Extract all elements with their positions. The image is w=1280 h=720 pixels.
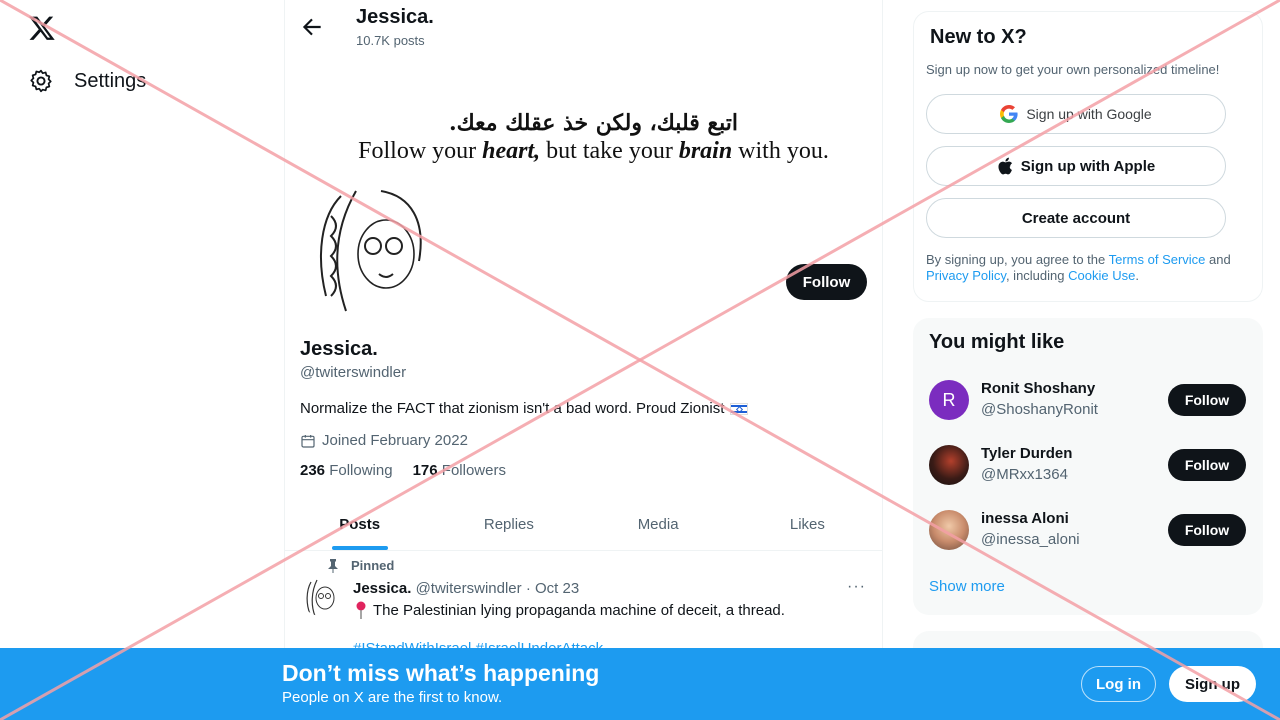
apple-label: Sign up with Apple — [1020, 157, 1156, 175]
suggestion-item[interactable]: inessa Aloni @inessa_aloni Follow — [929, 510, 1247, 552]
bio-text: Normalize the FACT that zionism isn't a … — [300, 400, 725, 417]
prompt-subline: People on X are the first to know. — [282, 689, 503, 706]
following-count: 236 — [300, 462, 326, 479]
pinned-indicator: Pinned — [327, 558, 394, 573]
terms-text: and — [1205, 252, 1231, 267]
avatar: R — [929, 380, 969, 420]
signup-card: New to X? Sign up now to get your own pe… — [913, 11, 1263, 302]
gear-icon — [30, 69, 52, 93]
follow-button[interactable]: Follow — [786, 264, 867, 300]
pushpin-icon — [356, 601, 366, 619]
create-account-button[interactable]: Create account — [926, 198, 1226, 238]
prompt-headline: Don’t miss what’s happening — [282, 660, 600, 686]
banner-text-part: but take your — [540, 138, 679, 164]
tab-replies[interactable]: Replies — [434, 498, 583, 550]
suggestion-handle: @ShoshanyRonit — [981, 401, 1098, 418]
banner-text-part: Follow your — [358, 138, 483, 164]
post-text: The Palestinian lying propaganda machine… — [353, 601, 785, 619]
cookie-use-link[interactable]: Cookie Use — [1068, 268, 1135, 283]
header-post-count: 10.7K posts — [356, 33, 425, 48]
profile-stats: 236 Following 176 Followers — [300, 462, 506, 479]
followers-link[interactable]: 176 Followers — [413, 462, 506, 479]
privacy-policy-link[interactable]: Privacy Policy — [926, 268, 1006, 283]
suggestion-item[interactable]: R Ronit Shoshany @ShoshanyRonit Follow — [929, 380, 1247, 422]
header-name: Jessica. — [356, 6, 434, 28]
profile-bio: Normalize the FACT that zionism isn't a … — [300, 400, 749, 417]
profile-tabs: Posts Replies Media Likes — [285, 498, 882, 551]
show-more-link[interactable]: Show more — [929, 578, 1005, 595]
following-link[interactable]: 236 Following — [300, 462, 393, 479]
signup-google-button[interactable]: Sign up with Google — [926, 94, 1226, 134]
avatar — [929, 510, 969, 550]
following-label: Following — [329, 462, 393, 479]
joined-text: Joined February 2022 — [322, 432, 468, 449]
avatar-sketch-image — [320, 190, 422, 312]
profile-column: Jessica. 10.7K posts اتبع قلبك، ولكن خذ … — [284, 0, 883, 720]
apple-icon — [998, 157, 1012, 175]
profile-avatar[interactable] — [301, 176, 443, 318]
avatar-sketch-image — [306, 579, 335, 616]
tab-media[interactable]: Media — [584, 498, 733, 550]
x-logo-icon[interactable] — [28, 14, 56, 42]
terms-text: , including — [1005, 268, 1069, 283]
israel-flag-icon — [730, 402, 749, 415]
signup-card-title: New to X? — [930, 26, 1027, 48]
left-navigation: Settings — [0, 0, 284, 720]
suggestion-name: Ronit Shoshany — [981, 380, 1096, 397]
calendar-icon — [301, 434, 315, 448]
suggestion-follow-button[interactable]: Follow — [1168, 384, 1246, 416]
avatar — [929, 445, 969, 485]
signup-prompt-bar: Don’t miss what’s happening People on X … — [0, 648, 1280, 720]
banner-text-heart: heart, — [482, 138, 541, 164]
suggestion-item[interactable]: Tyler Durden @MRxx1364 Follow — [929, 445, 1247, 487]
followers-count: 176 — [412, 462, 438, 479]
banner-arabic-text: اتبع قلبك، ولكن خذ عقلك معك. — [448, 110, 738, 136]
terms-text: . — [1135, 268, 1139, 283]
suggestion-name: Tyler Durden — [981, 445, 1073, 462]
pin-icon — [328, 558, 338, 573]
post-meta[interactable]: @twiterswindler · Oct 23 — [416, 580, 580, 597]
followers-label: Followers — [441, 462, 506, 479]
profile-joined: Joined February 2022 — [300, 432, 468, 449]
signup-card-subtitle: Sign up now to get your own personalized… — [926, 62, 1220, 77]
nav-settings[interactable]: Settings — [28, 68, 146, 94]
pinned-label: Pinned — [351, 558, 395, 573]
google-label: Sign up with Google — [1026, 106, 1152, 122]
who-to-follow-title: You might like — [929, 331, 1065, 353]
terms-text: By signing up, you agree to the — [926, 252, 1109, 267]
login-button[interactable]: Log in — [1081, 666, 1156, 702]
terms-of-service-link[interactable]: Terms of Service — [1109, 252, 1206, 267]
profile-name: Jessica. — [300, 338, 378, 360]
settings-label: Settings — [74, 69, 147, 92]
signup-button[interactable]: Sign up — [1169, 666, 1256, 702]
google-icon — [1000, 105, 1018, 123]
suggestion-follow-button[interactable]: Follow — [1168, 449, 1246, 481]
banner-text-part: with you. — [732, 138, 829, 164]
tab-likes[interactable]: Likes — [733, 498, 882, 550]
suggestion-handle: @inessa_aloni — [981, 531, 1080, 548]
profile-handle: @twiterswindler — [300, 364, 407, 381]
tab-posts[interactable]: Posts — [285, 498, 434, 550]
suggestion-handle: @MRxx1364 — [981, 466, 1068, 483]
who-to-follow-card: You might like R Ronit Shoshany @Shoshan… — [913, 318, 1263, 615]
suggestion-follow-button[interactable]: Follow — [1168, 514, 1246, 546]
post-more-button[interactable]: ··· — [847, 578, 866, 596]
post-avatar[interactable] — [301, 576, 341, 616]
post-body: The Palestinian lying propaganda machine… — [373, 601, 785, 619]
signup-terms: By signing up, you agree to the Terms of… — [926, 252, 1246, 284]
back-arrow-icon[interactable] — [299, 14, 325, 40]
profile-header-bar: Jessica. 10.7K posts — [285, 0, 882, 53]
signup-apple-button[interactable]: Sign up with Apple — [926, 146, 1226, 186]
post-author[interactable]: Jessica. — [353, 580, 411, 597]
banner-english-text: Follow your heart, but take your brain w… — [305, 138, 882, 165]
suggestion-name: inessa Aloni — [981, 510, 1069, 527]
post-header: Jessica. @twiterswindler · Oct 23 — [353, 580, 579, 597]
banner-text-brain: brain — [678, 138, 733, 164]
